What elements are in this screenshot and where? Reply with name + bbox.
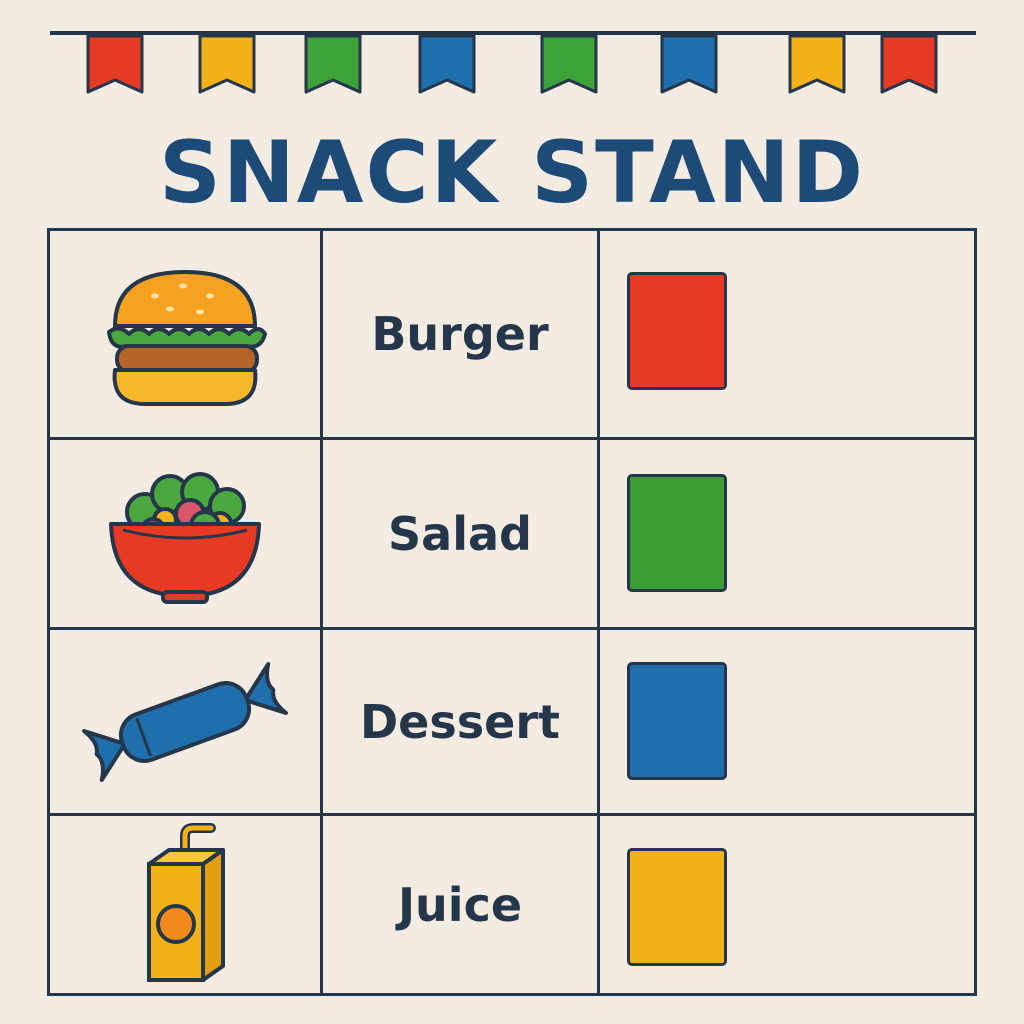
menu-row-juice[interactable]: Juice xyxy=(50,816,974,993)
swatch-cell xyxy=(600,816,974,993)
swatch-cell xyxy=(600,440,974,627)
juice-box-icon xyxy=(50,816,320,993)
salad-bowl-icon xyxy=(50,440,320,627)
menu-item-label: Juice xyxy=(397,877,523,932)
menu-row-dessert[interactable]: Dessert xyxy=(50,630,974,813)
menu-table: Burger Salad Dessert Juice xyxy=(47,228,977,996)
menu-item-label: Salad xyxy=(388,506,532,561)
bunting-flag xyxy=(304,34,362,94)
color-swatch-dessert[interactable] xyxy=(627,662,727,780)
bunting-flag xyxy=(418,34,476,94)
burger-icon xyxy=(50,231,320,437)
page-title: SNACK STAND xyxy=(158,123,865,223)
color-swatch-burger[interactable] xyxy=(627,272,727,390)
swatch-cell xyxy=(600,231,974,437)
menu-row-burger[interactable]: Burger xyxy=(50,231,974,437)
bunting-flag xyxy=(198,34,256,94)
menu-item-label: Dessert xyxy=(359,694,560,749)
swatch-cell xyxy=(600,630,974,813)
menu-row-salad[interactable]: Salad xyxy=(50,440,974,627)
wrapped-candy-icon xyxy=(50,630,320,813)
menu-item-label: Burger xyxy=(371,307,549,361)
color-swatch-juice[interactable] xyxy=(627,848,727,966)
bunting-flag xyxy=(660,34,718,94)
color-swatch-salad[interactable] xyxy=(627,474,727,592)
bunting-flag xyxy=(880,34,938,94)
bunting-flag xyxy=(540,34,598,94)
bunting-flag xyxy=(86,34,144,94)
bunting-flag xyxy=(788,34,846,94)
bunting-decoration xyxy=(50,31,976,94)
